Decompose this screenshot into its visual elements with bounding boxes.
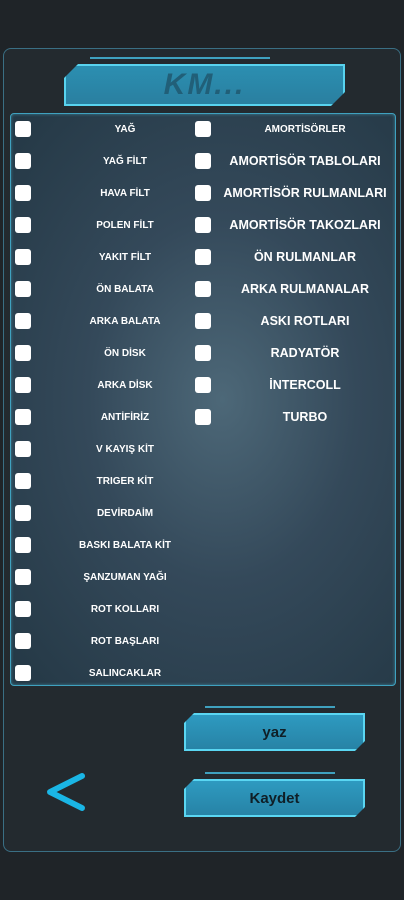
checklist-item[interactable]: SALINCAKLAR (15, 663, 215, 683)
checklist-item[interactable]: YAKIT FİLT (15, 247, 215, 267)
checkbox[interactable] (15, 185, 31, 201)
checklist-item-label: ÖN DİSK (104, 347, 146, 359)
checkbox[interactable] (15, 473, 31, 489)
checklist-item[interactable]: POLEN FİLT (15, 215, 215, 235)
checklist-item-label: TURBO (282, 410, 328, 424)
checklist-item[interactable]: AMORTİSÖR TAKOZLARI (195, 215, 395, 235)
checkbox[interactable] (195, 313, 211, 329)
checklist-item-label: DEVİRDAİM (96, 507, 154, 519)
checklist-item-label: ARKA RULMANALAR (241, 282, 369, 296)
checklist-item[interactable]: ARKA RULMANALAR (195, 279, 395, 299)
checklist-item-label: ÖN BALATA (96, 283, 154, 295)
checklist-item-label: AMORTİSÖR TAKOZLARI (229, 218, 381, 232)
checkbox[interactable] (15, 281, 31, 297)
checklist-item-label: BASKI BALATA KİT (78, 539, 172, 551)
checklist-item-label: RADYATÖR (270, 346, 340, 360)
checklist-item-label: HAVA FİLT (100, 187, 150, 199)
checkbox[interactable] (15, 633, 31, 649)
checklist-item-label: AMORTİSÖRLER (264, 123, 346, 135)
checklist-item[interactable]: AMORTİSÖRLER (195, 119, 395, 139)
header-banner: KM... (64, 64, 345, 106)
checkbox[interactable] (15, 217, 31, 233)
checklist-item-label: ARKA BALATA (89, 315, 161, 327)
checklist-item[interactable]: ÖN BALATA (15, 279, 215, 299)
header-decoration (90, 57, 270, 65)
checkbox[interactable] (15, 345, 31, 361)
save-button[interactable]: Kaydet (184, 779, 365, 817)
checklist-item[interactable]: YAĞ (15, 119, 215, 139)
checklist-item-label: ŞANZUMAN YAĞI (83, 571, 167, 583)
checkbox[interactable] (15, 601, 31, 617)
checkbox[interactable] (15, 569, 31, 585)
checkbox[interactable] (195, 185, 211, 201)
checkbox[interactable] (195, 345, 211, 361)
button-decoration (205, 706, 335, 712)
checklist-item[interactable]: V KAYIŞ KİT (15, 439, 215, 459)
checklist-item-label: AMORTİSÖR RULMANLARI (223, 186, 387, 200)
checkbox[interactable] (195, 409, 211, 425)
checklist-item-label: İNTERCOLL (269, 378, 341, 392)
checklist-item[interactable]: AMORTİSÖR RULMANLARI (195, 183, 395, 203)
checkbox[interactable] (15, 665, 31, 681)
button-decoration (205, 772, 335, 778)
checklist-item-label: ARKA DİSK (97, 379, 153, 391)
checklist-item[interactable]: BASKI BALATA KİT (15, 535, 215, 555)
checkbox[interactable] (15, 441, 31, 457)
checkbox[interactable] (195, 377, 211, 393)
checklist-item-label: AMORTİSÖR TABLOLARI (229, 154, 381, 168)
checklist-item-label: POLEN FİLT (96, 219, 154, 231)
checklist-item[interactable]: İNTERCOLL (195, 375, 395, 395)
checklist-item-label: ROT BAŞLARI (90, 635, 160, 647)
checklist-item[interactable]: ROT BAŞLARI (15, 631, 215, 651)
checklist-item[interactable]: ASKI ROTLARI (195, 311, 395, 331)
checklist-item[interactable]: DEVİRDAİM (15, 503, 215, 523)
checklist-item[interactable]: ÖN RULMANLAR (195, 247, 395, 267)
checkbox[interactable] (15, 409, 31, 425)
checkbox[interactable] (15, 249, 31, 265)
checkbox[interactable] (15, 313, 31, 329)
checklist-item-label: YAĞ (114, 123, 136, 135)
checklist-item[interactable]: TRIGER KİT (15, 471, 215, 491)
checklist-item[interactable]: AMORTİSÖR TABLOLARI (195, 151, 395, 171)
checklist-item[interactable]: HAVA FİLT (15, 183, 215, 203)
checkbox[interactable] (195, 249, 211, 265)
checklist-item[interactable]: ŞANZUMAN YAĞI (15, 567, 215, 587)
checklist-item[interactable]: ROT KOLLARI (15, 599, 215, 619)
checklist-item-label: SALINCAKLAR (88, 667, 162, 679)
write-button[interactable]: yaz (184, 713, 365, 751)
back-arrow-icon[interactable] (42, 770, 88, 814)
checklist-item[interactable]: RADYATÖR (195, 343, 395, 363)
checkbox[interactable] (195, 153, 211, 169)
checklist-item[interactable]: TURBO (195, 407, 395, 427)
checkbox[interactable] (15, 505, 31, 521)
checklist-item-label: YAKIT FİLT (98, 251, 152, 263)
checklist-item[interactable]: ARKA BALATA (15, 311, 215, 331)
checklist-item[interactable]: ANTİFİRİZ (15, 407, 215, 427)
checklist-item[interactable]: ÖN DİSK (15, 343, 215, 363)
checkbox[interactable] (15, 121, 31, 137)
checklist-item-label: ASKI ROTLARI (260, 314, 350, 328)
checklist-item-label: ÖN RULMANLAR (253, 250, 357, 264)
checklist-item[interactable]: ARKA DİSK (15, 375, 215, 395)
checkbox[interactable] (15, 153, 31, 169)
checklist-item-label: ROT KOLLARI (90, 603, 160, 615)
checklist-item-label: V KAYIŞ KİT (96, 443, 154, 455)
checkbox[interactable] (195, 281, 211, 297)
checkbox[interactable] (15, 377, 31, 393)
checklist-item-label: YAĞ FİLT (103, 155, 147, 167)
checklist-item-label: ANTİFİRİZ (100, 411, 150, 423)
checkbox[interactable] (195, 121, 211, 137)
checklist-item-label: TRIGER KİT (96, 475, 154, 487)
checkbox[interactable] (195, 217, 211, 233)
page-title: KM... (163, 68, 246, 101)
checkbox[interactable] (15, 537, 31, 553)
checklist-item[interactable]: YAĞ FİLT (15, 151, 215, 171)
